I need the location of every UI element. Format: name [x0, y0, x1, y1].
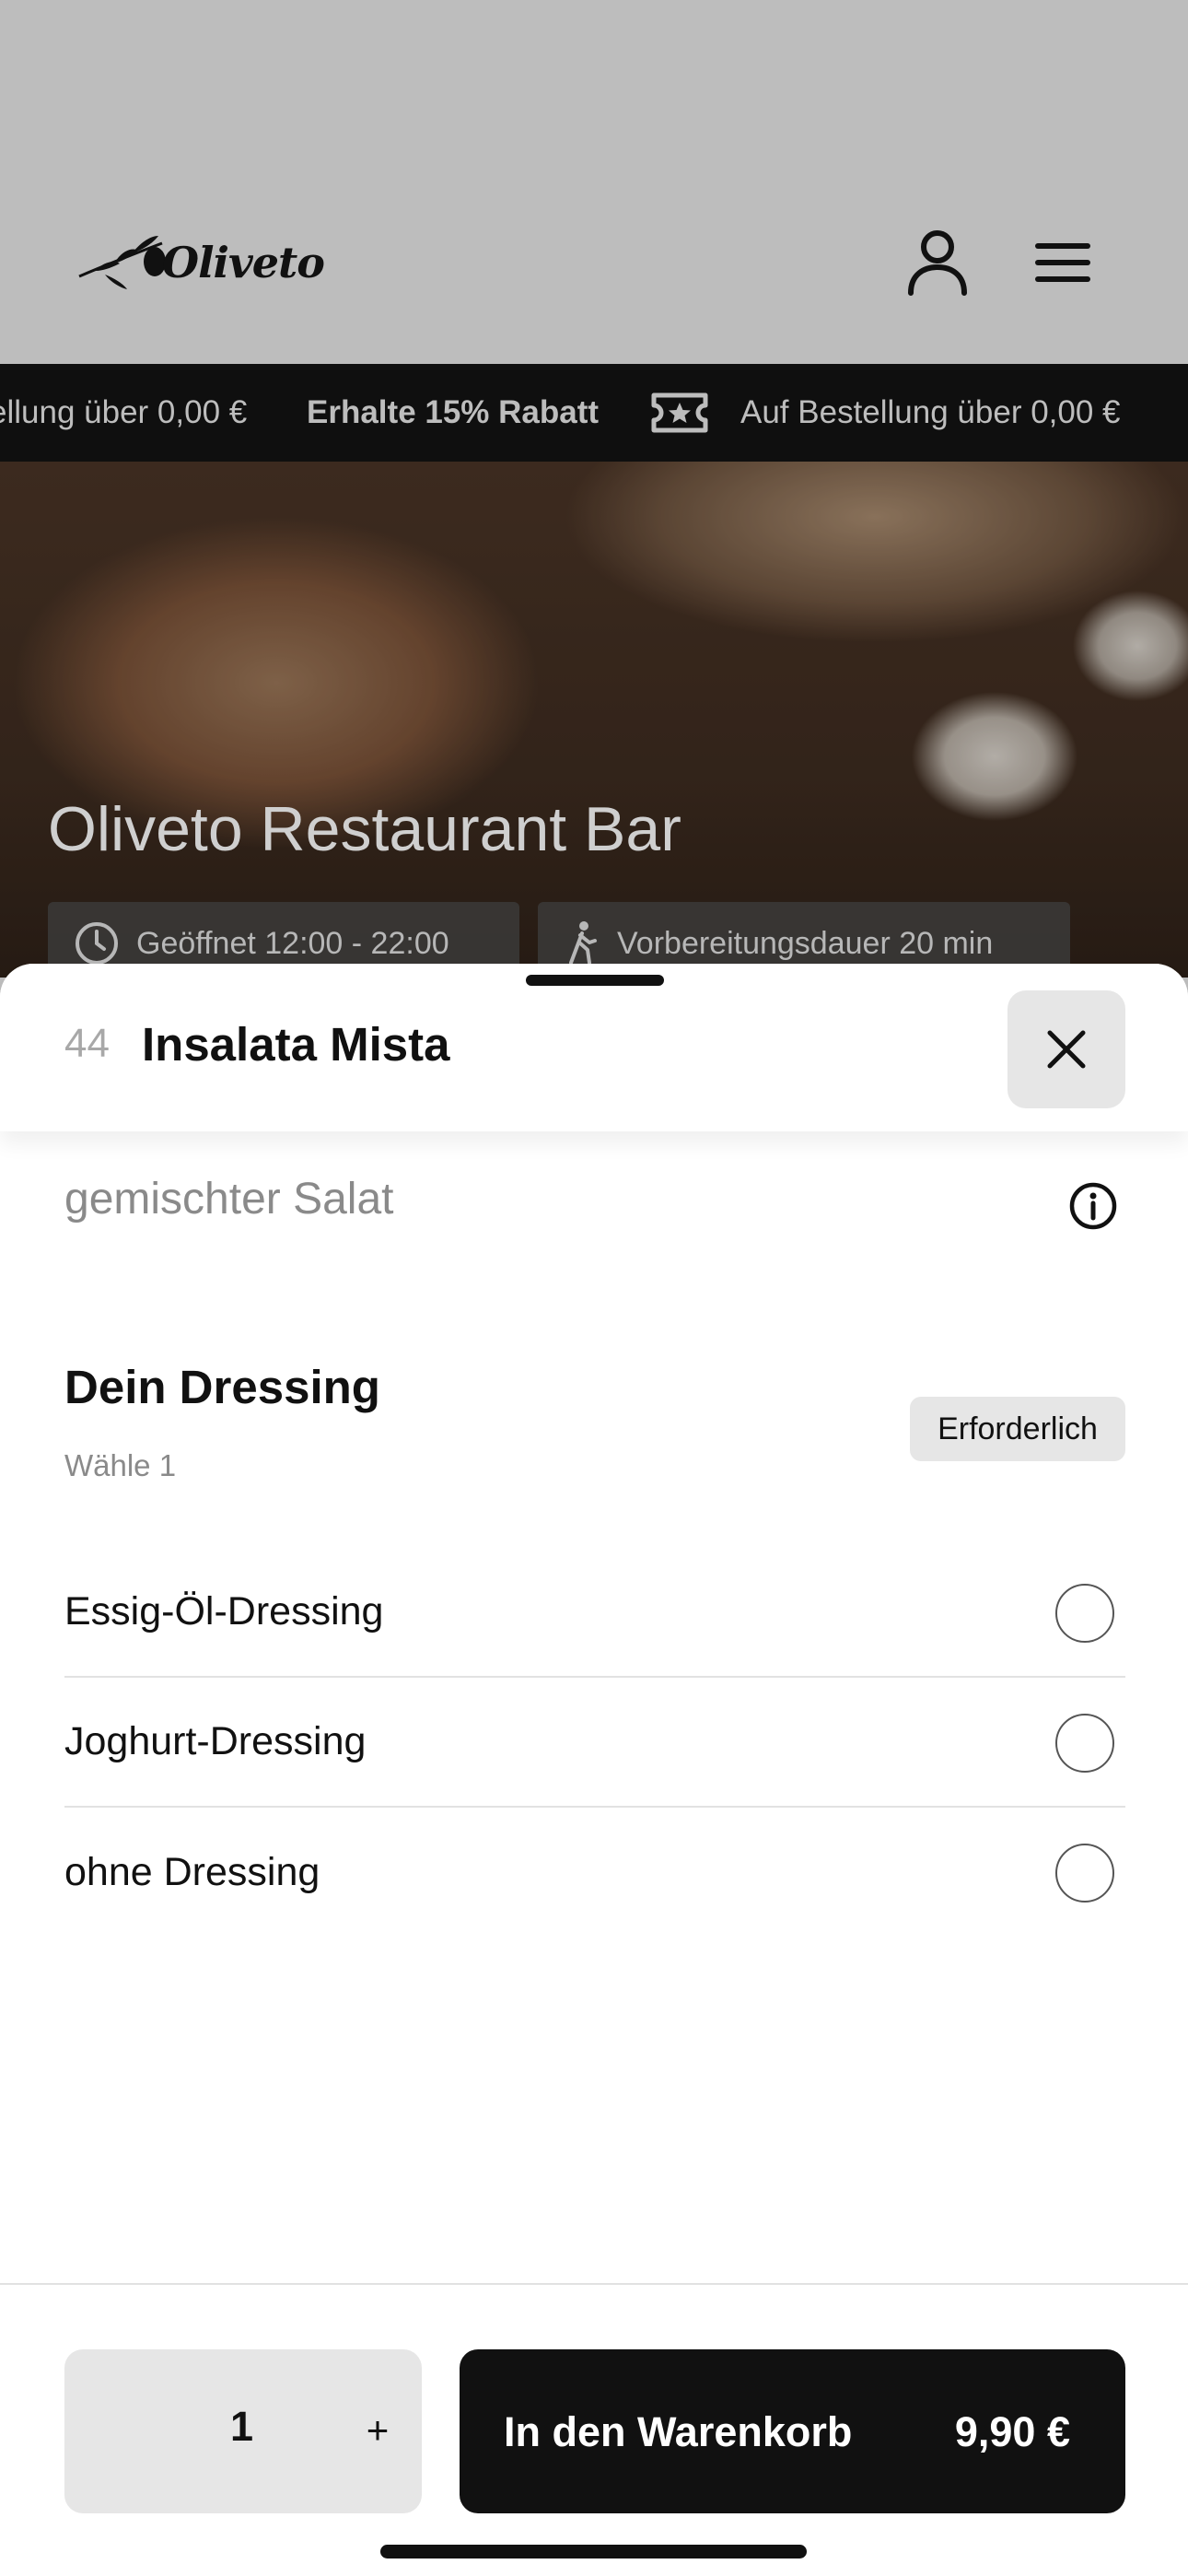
option-group-title: Dein Dressing — [64, 1361, 380, 1413]
footer-divider — [0, 2283, 1188, 2285]
hero-overlay — [0, 462, 1188, 978]
product-sheet: 44 Insalata Mista gemischter Salat Dein … — [0, 964, 1188, 2576]
clock-icon — [76, 922, 118, 965]
quantity-value: 1 — [230, 2403, 254, 2450]
option-label: Essig-Öl-Dressing — [64, 1589, 384, 1633]
option-group-hint: Wähle 1 — [64, 1448, 177, 1482]
dressing-options: Essig-Öl-Dressing Joghurt-Dressing ohne … — [64, 1548, 1125, 1938]
prep-time-text: Vorbereitungsdauer 20 min — [617, 925, 994, 961]
logo[interactable]: Oliveto — [77, 230, 325, 295]
opening-hours-text: Geöffnet 12:00 - 22:00 — [136, 925, 449, 961]
option-radio[interactable] — [1055, 1714, 1114, 1773]
item-title: Insalata Mista — [142, 1018, 450, 1071]
user-icon — [908, 230, 967, 296]
account-button[interactable] — [901, 226, 974, 299]
sheet-grabber[interactable] — [526, 975, 664, 986]
increase-quantity-button[interactable]: + — [332, 2384, 424, 2476]
item-number: 44 — [64, 1021, 110, 1066]
restaurant-name: Oliveto Restaurant Bar — [48, 794, 681, 864]
option-label: Joghurt-Dressing — [64, 1719, 367, 1763]
add-to-cart-button[interactable]: In den Warenkorb 9,90 € — [460, 2349, 1125, 2513]
olive-branch-icon — [78, 236, 166, 289]
ticker-text-left: ellung über 0,00 € — [0, 394, 248, 430]
walking-icon — [569, 921, 597, 965]
ticker-promo-text: Erhalte 15% Rabatt — [307, 394, 600, 430]
option-label: ohne Dressing — [64, 1850, 320, 1894]
ticket-icon — [651, 392, 708, 433]
info-icon — [1069, 1182, 1117, 1230]
option-row[interactable]: Joghurt-Dressing — [64, 1678, 1125, 1808]
quantity-stepper: 1 + — [64, 2349, 422, 2513]
add-to-cart-label: In den Warenkorb — [504, 2408, 853, 2455]
option-radio[interactable] — [1055, 1584, 1114, 1643]
promo-ticker: ellung über 0,00 € Erhalte 15% Rabatt Au… — [0, 364, 1188, 462]
close-icon — [1047, 1030, 1086, 1069]
close-button[interactable] — [1007, 990, 1125, 1108]
option-row[interactable]: ohne Dressing — [64, 1808, 1125, 1938]
home-indicator[interactable] — [380, 2545, 807, 2558]
item-price: 9,90 € — [954, 2408, 1070, 2455]
option-radio[interactable] — [1055, 1844, 1114, 1903]
menu-button[interactable] — [1026, 226, 1100, 299]
menu-icon — [1035, 243, 1090, 282]
site-header: Oliveto — [0, 0, 1188, 364]
item-description: gemischter Salat — [64, 1175, 394, 1224]
info-button[interactable] — [1068, 1181, 1118, 1235]
logo-text: Oliveto — [162, 238, 325, 287]
option-row[interactable]: Essig-Öl-Dressing — [64, 1548, 1125, 1678]
hero-banner: Oliveto Restaurant Bar Geöffnet 12:00 - … — [0, 462, 1188, 978]
ticker-text-right: Auf Bestellung über 0,00 € — [740, 394, 1121, 430]
required-badge: Erforderlich — [910, 1397, 1125, 1461]
sheet-header: 44 Insalata Mista — [0, 964, 1188, 1131]
